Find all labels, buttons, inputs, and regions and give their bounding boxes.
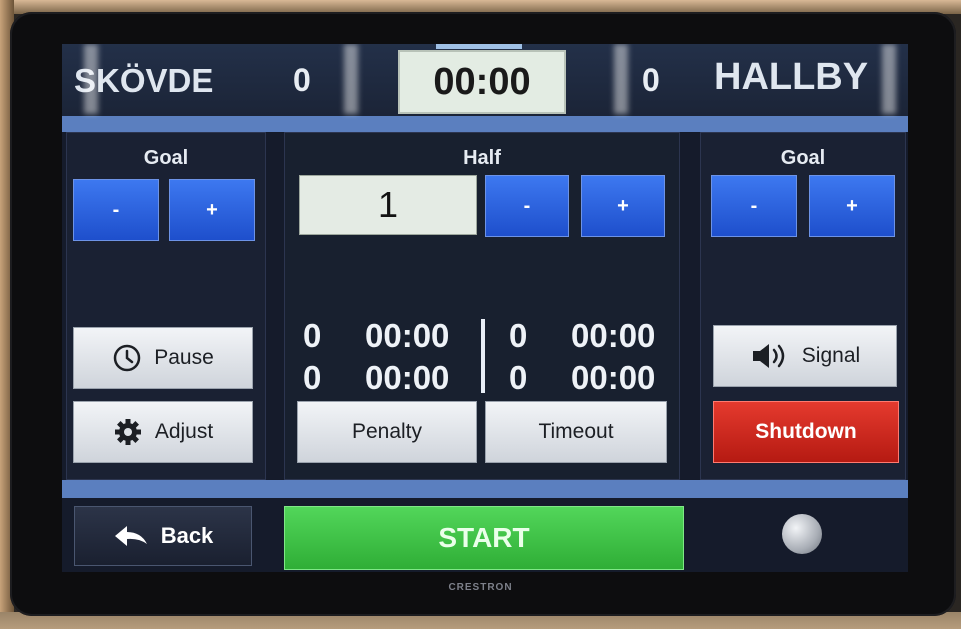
home-penalty-time-1: 00:00 bbox=[365, 317, 450, 354]
timeout-button[interactable]: Timeout bbox=[485, 401, 667, 463]
home-goal-minus-button[interactable]: - bbox=[73, 179, 159, 241]
away-team-name: HALLBY bbox=[714, 56, 869, 98]
home-penalty-count-2: 0 bbox=[303, 359, 322, 396]
back-label: Back bbox=[160, 523, 214, 548]
home-goal-panel: Goal - + Pause Adjust bbox=[66, 132, 266, 480]
away-penalty-time-2: 00:00 bbox=[571, 359, 656, 396]
device-brand-label: CRESTRON bbox=[448, 582, 513, 593]
gear-icon bbox=[113, 417, 143, 447]
signal-label: Signal bbox=[801, 344, 861, 367]
timeout-label: Timeout bbox=[538, 420, 614, 443]
away-goal-title: Goal bbox=[780, 147, 826, 169]
home-team-score: 0 bbox=[293, 62, 311, 98]
half-value-display: 1 bbox=[299, 175, 477, 235]
pause-button[interactable]: Pause bbox=[73, 327, 253, 389]
away-penalty-count-2: 0 bbox=[509, 359, 528, 396]
home-penalty-time-2: 00:00 bbox=[365, 359, 450, 396]
start-button[interactable]: START bbox=[284, 506, 684, 570]
light-reflection bbox=[614, 44, 628, 114]
away-goal-plus-button[interactable]: + bbox=[809, 175, 895, 237]
penalty-divider bbox=[481, 319, 485, 393]
home-goal-plus-button[interactable]: + bbox=[169, 179, 255, 241]
away-penalty-count-1: 0 bbox=[509, 317, 528, 354]
game-clock[interactable]: 00:00 bbox=[398, 50, 566, 114]
touch-screen: SKÖVDE 0 00:00 0 HALLBY Goal - + Pause A… bbox=[62, 44, 908, 572]
back-arrow-icon bbox=[113, 524, 149, 548]
away-goal-panel: Goal - + Signal Shutdown bbox=[700, 132, 906, 480]
half-plus-button[interactable]: + bbox=[581, 175, 665, 237]
scoreboard-header: SKÖVDE 0 00:00 0 HALLBY bbox=[62, 44, 908, 116]
away-goal-minus-button[interactable]: - bbox=[711, 175, 797, 237]
pause-label: Pause bbox=[154, 346, 214, 369]
adjust-button[interactable]: Adjust bbox=[73, 401, 253, 463]
settings-orb-button[interactable] bbox=[782, 514, 822, 554]
penalty-label: Penalty bbox=[351, 420, 423, 443]
home-penalty-count-1: 0 bbox=[303, 317, 322, 354]
light-reflection bbox=[882, 44, 896, 114]
clock-tab bbox=[436, 44, 522, 49]
speaker-icon bbox=[750, 341, 790, 371]
away-penalty-time-1: 00:00 bbox=[571, 317, 656, 354]
divider-bar-bottom bbox=[62, 480, 908, 498]
penalty-button[interactable]: Penalty bbox=[297, 401, 477, 463]
half-panel: Half 1 - + 0 00:00 0 00:00 0 00:00 0 00:… bbox=[284, 132, 680, 480]
back-button[interactable]: Back bbox=[74, 506, 252, 566]
half-title: Half bbox=[463, 147, 501, 169]
shutdown-button[interactable]: Shutdown bbox=[713, 401, 899, 463]
light-reflection bbox=[84, 44, 98, 114]
divider-bar-top bbox=[62, 116, 908, 132]
light-reflection bbox=[344, 44, 358, 114]
adjust-label: Adjust bbox=[154, 420, 214, 443]
away-team-score: 0 bbox=[642, 62, 660, 98]
half-minus-button[interactable]: - bbox=[485, 175, 569, 237]
clock-icon bbox=[112, 343, 142, 373]
signal-button[interactable]: Signal bbox=[713, 325, 897, 387]
home-goal-title: Goal bbox=[143, 147, 189, 169]
